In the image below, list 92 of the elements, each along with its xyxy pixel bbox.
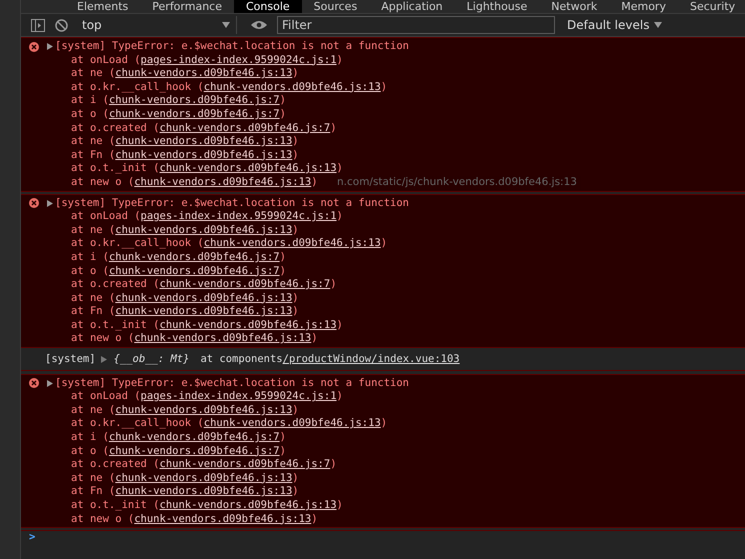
- devtools-tab[interactable]: Sources: [302, 0, 370, 13]
- stack-frame: at Fn (chunk-vendors.d09bfe46.js:13): [21, 485, 745, 499]
- source-link[interactable]: chunk-vendors.d09bfe46.js:13: [204, 417, 381, 430]
- stack-frame: at ne (chunk-vendors.d09bfe46.js:13): [21, 292, 745, 306]
- source-link[interactable]: chunk-vendors.d09bfe46.js:7: [160, 122, 330, 134]
- stack-frame: at ne (chunk-vendors.d09bfe46.js:13): [21, 67, 745, 81]
- stack-frame: at ne (chunk-vendors.d09bfe46.js:13): [21, 224, 745, 238]
- error-icon: [29, 198, 39, 208]
- devtools-tab[interactable]: Performance: [140, 0, 234, 13]
- source-link[interactable]: chunk-vendors.d09bfe46.js:13: [204, 237, 381, 250]
- source-link[interactable]: pages-index-index.9599024c.js:1: [140, 210, 337, 222]
- expand-arrow-icon[interactable]: [100, 356, 107, 364]
- source-link[interactable]: chunk-vendors.d09bfe46.js:13: [115, 485, 292, 498]
- source-link[interactable]: chunk-vendors.d09bfe46.js:13: [115, 305, 292, 318]
- error-text: [system] TypeError: e.$wechat.location is not a function: [55, 376, 410, 390]
- stack-frame: at o.created (chunk-vendors.d09bfe46.js:7): [21, 278, 745, 292]
- filter-field[interactable]: Filter: [277, 16, 555, 34]
- stack-frame: at i (chunk-vendors.d09bfe46.js:7): [21, 250, 745, 264]
- stack-frame: at o.created (chunk-vendors.d09bfe46.js:7): [21, 458, 745, 472]
- log-prefix: [system]: [45, 353, 96, 367]
- source-link[interactable]: chunk-vendors.d09bfe46.js:13: [160, 318, 337, 331]
- stack-frame: at Fn (chunk-vendors.d09bfe46.js:13): [21, 305, 745, 319]
- source-link[interactable]: pages-index-index.9599024c.js:1: [140, 54, 337, 66]
- stack-frame: at o.kr.__call_hook (chunk-vendors.d09bfe46.js:13): [21, 417, 745, 432]
- stack-frame: at ne (chunk-vendors.d09bfe46.js:13): [21, 472, 745, 486]
- stack-frame: at o.t._init (chunk-vendors.d09bfe46.js:13): [21, 162, 745, 176]
- stack-frame: at i (chunk-vendors.d09bfe46.js:7): [21, 94, 745, 108]
- levels-dropdown[interactable]: Default levels: [567, 18, 662, 32]
- stack-frame: at ne (chunk-vendors.d09bfe46.js:13): [21, 404, 745, 418]
- stack-frame: at o (chunk-vendors.d09bfe46.js:7): [21, 108, 745, 122]
- source-link[interactable]: chunk-vendors.d09bfe46.js:7: [160, 278, 330, 290]
- error-text: [system] TypeError: e.$wechat.location is not a function: [55, 40, 410, 54]
- stack-frame: at Fn (chunk-vendors.d09bfe46.js:13): [21, 148, 745, 162]
- source-link[interactable]: chunk-vendors.d09bfe46.js:7: [108, 431, 280, 444]
- stack-frame: at onLoad (pages-index-index.9599024c.js:1): [21, 390, 745, 404]
- source-link[interactable]: chunk-vendors.d09bfe46.js:13: [204, 80, 381, 93]
- context-select[interactable]: top: [82, 16, 237, 34]
- stack-frame: at o (chunk-vendors.d09bfe46.js:7): [21, 444, 745, 458]
- stack-frame: at i (chunk-vendors.d09bfe46.js:7): [21, 431, 745, 445]
- source-link[interactable]: chunk-vendors.d09bfe46.js:13: [160, 499, 337, 511]
- stack-frame: at new o (chunk-vendors.d09bfe46.js:13): [21, 332, 745, 346]
- eye-icon[interactable]: [251, 20, 267, 30]
- source-link[interactable]: chunk-vendors.d09bfe46.js:7: [108, 94, 280, 106]
- error-text: [system] TypeError: e.$wechat.location is not a function: [55, 196, 410, 210]
- error-icon: [29, 42, 39, 52]
- devtools-tab[interactable]: Security: [678, 0, 745, 13]
- source-link[interactable]: chunk-vendors.d09bfe46.js:13: [115, 224, 292, 236]
- stack-frame: at o.t._init (chunk-vendors.d09bfe46.js:13): [21, 318, 745, 332]
- stack-frame: at o.t._init (chunk-vendors.d09bfe46.js:13): [21, 499, 745, 513]
- expand-arrow-icon[interactable]: [47, 380, 53, 387]
- stack-frame: at new o (chunk-vendors.d09bfe46.js:13): [21, 512, 745, 526]
- source-link[interactable]: chunk-vendors.d09bfe46.js:13: [115, 292, 292, 304]
- devtools-tab[interactable]: Memory: [609, 0, 678, 13]
- source-link[interactable]: chunk-vendors.d09bfe46.js:7: [108, 444, 280, 457]
- stack-frame: at onLoad (pages-index-index.9599024c.js:1): [21, 54, 745, 68]
- source-link[interactable]: pages-index-index.9599024c.js:1: [140, 390, 337, 402]
- source-link[interactable]: chunk-vendors.d09bfe46.js:13: [134, 332, 312, 344]
- expand-arrow-icon[interactable]: [47, 200, 53, 207]
- devtools-tab[interactable]: Elements: [65, 0, 140, 13]
- source-link[interactable]: chunk-vendors.d09bfe46.js:13: [115, 472, 292, 484]
- source-link[interactable]: chunk-vendors.d09bfe46.js:7: [108, 250, 280, 263]
- source-link[interactable]: chunk-vendors.d09bfe46.js:13: [115, 404, 292, 416]
- devtools-tab[interactable]: Lighthouse: [454, 0, 540, 13]
- source-link[interactable]: chunk-vendors.d09bfe46.js:7: [108, 108, 280, 120]
- source-link[interactable]: chunk-vendors.d09bfe46.js:7: [160, 458, 330, 470]
- caret-icon: [654, 22, 662, 28]
- console-prompt[interactable]: >: [21, 530, 745, 545]
- expand-arrow-icon[interactable]: [47, 43, 53, 50]
- error-icon: [29, 378, 39, 388]
- stack-frame: at onLoad (pages-index-index.9599024c.js:1): [21, 210, 745, 224]
- source-link[interactable]: chunk-vendors.d09bfe46.js:7: [108, 264, 280, 276]
- devtools-tab[interactable]: Console: [234, 0, 302, 13]
- devtools-tab[interactable]: Application: [369, 0, 455, 13]
- clear-icon[interactable]: [55, 18, 68, 32]
- stack-frame: at ne (chunk-vendors.d09bfe46.js:13): [21, 135, 745, 149]
- stack-frame: at o (chunk-vendors.d09bfe46.js:7): [21, 264, 745, 278]
- source-link[interactable]: chunk-vendors.d09bfe46.js:13: [134, 512, 312, 525]
- stack-frame: at new o (chunk-vendors.d09bfe46.js:13) n.com/static/js/chunk-vendors.d09bfe46.js:13: [21, 176, 745, 190]
- devtools-tab[interactable]: Network: [539, 0, 610, 13]
- source-link[interactable]: chunk-vendors.d09bfe46.js:13: [115, 135, 292, 148]
- source-link[interactable]: chunk-vendors.d09bfe46.js:13: [115, 67, 292, 80]
- source-link[interactable]: chunk-vendors.d09bfe46.js:13: [134, 176, 312, 188]
- object-preview[interactable]: {__ob__: Mt}: [114, 353, 190, 367]
- stack-frame: at o.kr.__call_hook (chunk-vendors.d09bfe46.js:13): [21, 80, 745, 94]
- source-link[interactable]: chunk-vendors.d09bfe46.js:13: [115, 148, 292, 161]
- log-source: at components/productWindow/index.vue:103: [200, 353, 460, 367]
- source-link[interactable]: /productWindow/index.vue:103: [282, 353, 460, 366]
- stack-frame: at o.kr.__call_hook (chunk-vendors.d09bfe46.js:13): [21, 237, 745, 251]
- source-link[interactable]: chunk-vendors.d09bfe46.js:13: [160, 162, 337, 174]
- sidebar-toggle-icon[interactable]: [31, 18, 45, 32]
- caret-icon: [222, 22, 230, 28]
- stack-frame: at o.created (chunk-vendors.d09bfe46.js:7): [21, 122, 745, 136]
